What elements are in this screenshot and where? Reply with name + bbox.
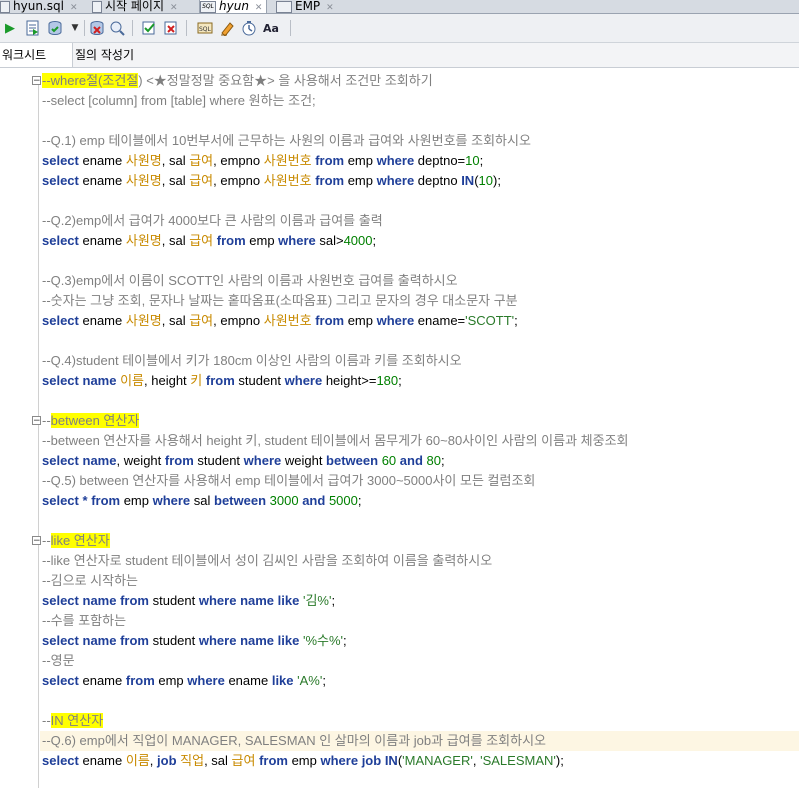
- tab-hyun-sql[interactable]: hyun.sql ✕: [0, 0, 77, 13]
- code-line: --수를 포함하는: [42, 613, 127, 628]
- fold-collapse-icon[interactable]: −: [32, 76, 41, 86]
- explain-plan-icon[interactable]: [240, 19, 258, 37]
- table-icon: [276, 0, 292, 13]
- editor-tab-bar: hyun.sql ✕ 시작 페이지 ✕ SQL hyun ✕ EMP ✕: [0, 0, 799, 14]
- code-line: --like 연산자: [42, 533, 110, 548]
- worksheet-toolbar: ▶ ▼ SQL Aa: [0, 14, 799, 43]
- code-line: --select [column] from [table] where 원하는…: [42, 93, 316, 108]
- fold-collapse-icon[interactable]: −: [32, 536, 41, 546]
- autotrace-icon[interactable]: [162, 19, 180, 37]
- close-icon[interactable]: ✕: [170, 3, 178, 13]
- cancel-icon[interactable]: [108, 19, 126, 37]
- fold-collapse-icon[interactable]: −: [32, 416, 41, 426]
- tab-emp[interactable]: EMP ✕: [276, 0, 346, 13]
- sql-worksheet-icon: SQL: [200, 0, 216, 13]
- code-line: --Q.1) emp 테이블에서 10번부서에 근무하는 사원의 이름과 급여와…: [42, 133, 531, 148]
- close-icon[interactable]: ✕: [70, 3, 78, 13]
- worksheet-subtabs: 워크시트 질의 작성기: [0, 43, 799, 68]
- code-line: --Q.3)emp에서 이름이 SCOTT인 사람의 이름과 사원번호 급여를 …: [42, 273, 458, 288]
- code-line: select ename 사원명, sal 급여 from emp where …: [42, 233, 377, 248]
- code-line: --between 연산자를 사용해서 height 키, student 테이…: [42, 433, 629, 448]
- clear-icon[interactable]: [218, 19, 236, 37]
- start-page-icon: [92, 0, 102, 13]
- close-icon[interactable]: ✕: [255, 3, 263, 13]
- sql-editor[interactable]: − − − --where절(조건절) <★정말정말 중요함★> 을 사용해서 …: [0, 68, 799, 790]
- code-line: --Q.5) between 연산자를 사용해서 emp 테이블에서 급여가 3…: [42, 473, 536, 488]
- code-line: select name 이름, height 키 from student wh…: [42, 373, 402, 388]
- tab-start-page[interactable]: 시작 페이지 ✕: [92, 0, 192, 13]
- code-line: select name from student where name like…: [42, 593, 336, 608]
- sql-history-icon[interactable]: SQL: [196, 19, 214, 37]
- code-line: --김으로 시작하는: [42, 573, 138, 588]
- code-line: --Q.4)student 테이블에서 키가 180cm 이상인 사람의 이름과…: [42, 353, 462, 368]
- code-line: select name from student where name like…: [42, 633, 347, 648]
- code-line: --숫자는 그냥 조회, 문자나 날짜는 홑따옴표(소따옴표) 그리고 문자의 …: [42, 293, 518, 308]
- code-line: select ename 이름, job 직업, sal 급여 from emp…: [42, 753, 564, 768]
- run-statement-icon[interactable]: ▶: [1, 19, 19, 37]
- commit-icon[interactable]: [46, 19, 64, 37]
- rollback-icon[interactable]: [88, 19, 106, 37]
- code-line: --like 연산자로 student 테이블에서 성이 김씨인 사람을 조회하…: [42, 553, 493, 568]
- tab-worksheet[interactable]: 워크시트: [0, 43, 73, 67]
- code-line: --between 연산자: [42, 413, 140, 428]
- code-line: select ename from emp where ename like '…: [42, 673, 326, 688]
- code-line: select name, weight from student where w…: [42, 453, 445, 468]
- code-line: --IN 연산자: [42, 713, 104, 728]
- sql-file-icon: [0, 0, 10, 13]
- svg-text:SQL: SQL: [199, 26, 212, 33]
- format-icon[interactable]: Aa: [262, 19, 280, 37]
- code-line: --Q.6) emp에서 직업이 MANAGER, SALESMAN 인 살마의…: [42, 733, 546, 748]
- code-line: --where절(조건절) <★정말정말 중요함★> 을 사용해서 조건만 조회…: [42, 73, 433, 88]
- tab-query-builder[interactable]: 질의 작성기: [75, 43, 134, 67]
- code-line: select ename 사원명, sal 급여, empno 사원번호 fro…: [42, 153, 484, 168]
- run-script-icon[interactable]: [24, 19, 42, 37]
- chevron-down-icon[interactable]: ▼: [66, 19, 84, 37]
- sql-tuning-icon[interactable]: [140, 19, 158, 37]
- code-line: select * from emp where sal between 3000…: [42, 493, 362, 508]
- code-line: --영문: [42, 653, 75, 668]
- gutter: [38, 78, 39, 788]
- code-line: select ename 사원명, sal 급여, empno 사원번호 fro…: [42, 173, 501, 188]
- code-line: --Q.2)emp에서 급여가 4000보다 큰 사람의 이름과 급여를 출력: [42, 213, 383, 228]
- code-line: select ename 사원명, sal 급여, empno 사원번호 fro…: [42, 313, 518, 328]
- close-icon[interactable]: ✕: [326, 3, 334, 13]
- tab-hyun-worksheet[interactable]: SQL hyun ✕: [199, 0, 267, 13]
